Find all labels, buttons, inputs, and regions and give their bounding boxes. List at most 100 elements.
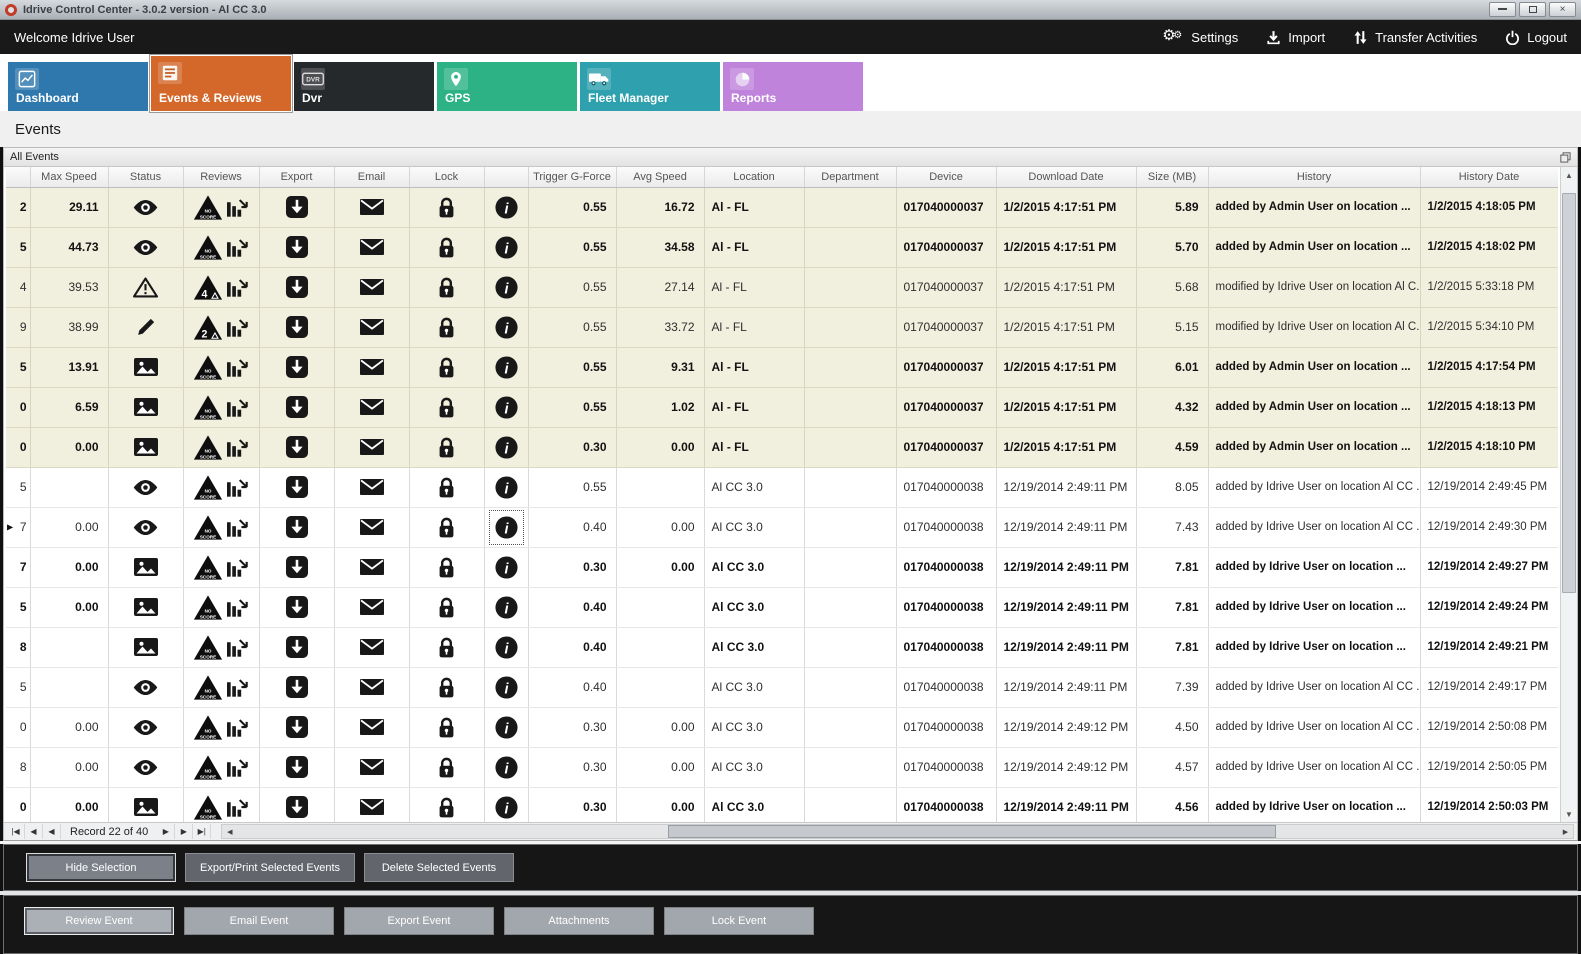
review-score-icon[interactable]: NOSCORE — [193, 594, 223, 621]
email-icon[interactable] — [359, 598, 385, 616]
export-icon[interactable] — [285, 275, 309, 299]
info-icon[interactable]: i — [494, 355, 519, 380]
info-icon[interactable]: i — [494, 195, 519, 220]
review-score-icon[interactable]: NOSCORE — [193, 354, 223, 381]
table-row[interactable]: 8NOSCOREi0.40Al CC 3.001704000003812/19/… — [6, 627, 1558, 667]
export-event-button[interactable]: Export Event — [344, 907, 494, 935]
table-row[interactable]: 513.91NOSCOREi0.559.31Al - FL01704000003… — [6, 347, 1558, 387]
lock-icon[interactable] — [437, 356, 456, 379]
info-icon[interactable]: i — [494, 675, 519, 700]
lock-icon[interactable] — [437, 796, 456, 819]
column-header-reviews[interactable]: Reviews — [183, 167, 259, 187]
review-chart-icon[interactable] — [226, 277, 249, 298]
column-header-avg-speed[interactable]: Avg Speed — [616, 167, 704, 187]
export-icon[interactable] — [285, 635, 309, 659]
review-chart-icon[interactable] — [226, 317, 249, 338]
table-row[interactable]: 00.00NOSCOREi0.300.00Al CC 3.00170400000… — [6, 787, 1558, 822]
scroll-right-icon[interactable]: ▶ — [1558, 825, 1573, 838]
email-icon[interactable] — [359, 678, 385, 696]
review-score-icon[interactable]: NOSCORE — [193, 794, 223, 821]
column-header-history-date[interactable]: History Date — [1420, 167, 1558, 187]
lock-icon[interactable] — [437, 556, 456, 579]
restore-panel-icon[interactable] — [1560, 152, 1571, 163]
email-icon[interactable] — [359, 518, 385, 536]
email-icon[interactable] — [359, 798, 385, 816]
column-header-history[interactable]: History — [1208, 167, 1420, 187]
column-header-size-mb-[interactable]: Size (MB) — [1136, 167, 1208, 187]
column-header-download-date[interactable]: Download Date — [996, 167, 1136, 187]
vertical-scrollbar[interactable]: ▲ ▼ — [1560, 167, 1577, 822]
table-row[interactable]: 5NOSCOREi0.40Al CC 3.001704000003812/19/… — [6, 667, 1558, 707]
tab-reports[interactable]: Reports — [723, 62, 863, 111]
info-icon[interactable]: i — [494, 435, 519, 460]
review-chart-icon[interactable] — [226, 517, 249, 538]
settings-button[interactable]: ⚙⚙ Settings — [1162, 28, 1238, 46]
export-icon[interactable] — [285, 795, 309, 819]
review-chart-icon[interactable] — [226, 757, 249, 778]
review-score-icon[interactable]: NOSCORE — [193, 474, 223, 501]
info-icon[interactable]: i — [494, 395, 519, 420]
column-header-max-speed[interactable]: Max Speed — [30, 167, 108, 187]
email-icon[interactable] — [359, 198, 385, 216]
table-row[interactable]: 80.00NOSCOREi0.300.00Al CC 3.00170400000… — [6, 747, 1558, 787]
pencil-icon[interactable] — [136, 317, 156, 337]
vertical-scrollbar-thumb[interactable] — [1562, 193, 1576, 593]
table-row[interactable]: 229.11NOSCOREi0.5516.72Al - FL0170400000… — [6, 187, 1558, 227]
table-row[interactable]: 06.59NOSCOREi0.551.02Al - FL017040000037… — [6, 387, 1558, 427]
column-header-location[interactable]: Location — [704, 167, 804, 187]
eye-icon[interactable] — [132, 719, 159, 736]
import-button[interactable]: Import — [1266, 30, 1325, 45]
lock-event-button[interactable]: Lock Event — [664, 907, 814, 935]
review-chart-icon[interactable] — [226, 797, 249, 818]
column-header-department[interactable]: Department — [804, 167, 896, 187]
info-icon[interactable]: i — [494, 595, 519, 620]
table-row[interactable]: 544.73NOSCOREi0.5534.58Al - FL0170400000… — [6, 227, 1558, 267]
last-record-button[interactable]: ▶| — [193, 824, 211, 839]
review-score-icon[interactable]: NOSCORE — [193, 714, 223, 741]
eye-icon[interactable] — [132, 759, 159, 776]
export-icon[interactable] — [285, 475, 309, 499]
next-record-button[interactable]: ▶ — [157, 824, 175, 839]
email-icon[interactable] — [359, 318, 385, 336]
warning-icon[interactable] — [133, 277, 158, 298]
horizontal-scrollbar-thumb[interactable] — [668, 825, 1276, 838]
review-chart-icon[interactable] — [226, 677, 249, 698]
eye-icon[interactable] — [132, 239, 159, 256]
table-row[interactable]: 439.534i0.5527.14Al - FL0170400000371/2/… — [6, 267, 1558, 307]
export-icon[interactable] — [285, 715, 309, 739]
review-chart-icon[interactable] — [226, 717, 249, 738]
export-print-selected-events-button[interactable]: Export/Print Selected Events — [185, 853, 355, 882]
lock-icon[interactable] — [437, 676, 456, 699]
email-icon[interactable] — [359, 638, 385, 656]
review-chart-icon[interactable] — [226, 237, 249, 258]
info-icon[interactable]: i — [494, 315, 519, 340]
review-score-icon[interactable]: NOSCORE — [193, 234, 223, 261]
transfer-activities-button[interactable]: Transfer Activities — [1353, 30, 1477, 45]
tab-fleet-manager[interactable]: Fleet Manager — [580, 62, 720, 111]
logout-button[interactable]: Logout — [1505, 30, 1567, 45]
table-row[interactable]: 70.00NOSCOREi0.300.00Al CC 3.00170400000… — [6, 547, 1558, 587]
lock-icon[interactable] — [437, 316, 456, 339]
table-row[interactable]: 50.00NOSCOREi0.40Al CC 3.001704000003812… — [6, 587, 1558, 627]
export-icon[interactable] — [285, 435, 309, 459]
review-score-icon[interactable]: NOSCORE — [193, 674, 223, 701]
column-header-trigger-g-force[interactable]: Trigger G-Force — [528, 167, 616, 187]
column-header-device[interactable]: Device — [896, 167, 996, 187]
review-score-icon[interactable]: NOSCORE — [193, 514, 223, 541]
review-event-button[interactable]: Review Event — [24, 907, 174, 935]
eye-icon[interactable] — [132, 199, 159, 216]
review-chart-icon[interactable] — [226, 397, 249, 418]
review-chart-icon[interactable] — [226, 557, 249, 578]
column-header-status[interactable]: Status — [108, 167, 183, 187]
image-icon[interactable] — [133, 637, 159, 657]
scroll-up-icon[interactable]: ▲ — [1561, 167, 1577, 183]
review-chart-icon[interactable] — [226, 197, 249, 218]
export-icon[interactable] — [285, 595, 309, 619]
info-icon[interactable]: i — [494, 715, 519, 740]
info-icon[interactable]: i — [494, 795, 519, 820]
review-score-icon[interactable]: NOSCORE — [193, 754, 223, 781]
scroll-left-icon[interactable]: ◀ — [222, 825, 237, 838]
delete-selected-events-button[interactable]: Delete Selected Events — [364, 853, 514, 882]
close-button[interactable]: × — [1549, 2, 1576, 17]
image-icon[interactable] — [133, 397, 159, 417]
